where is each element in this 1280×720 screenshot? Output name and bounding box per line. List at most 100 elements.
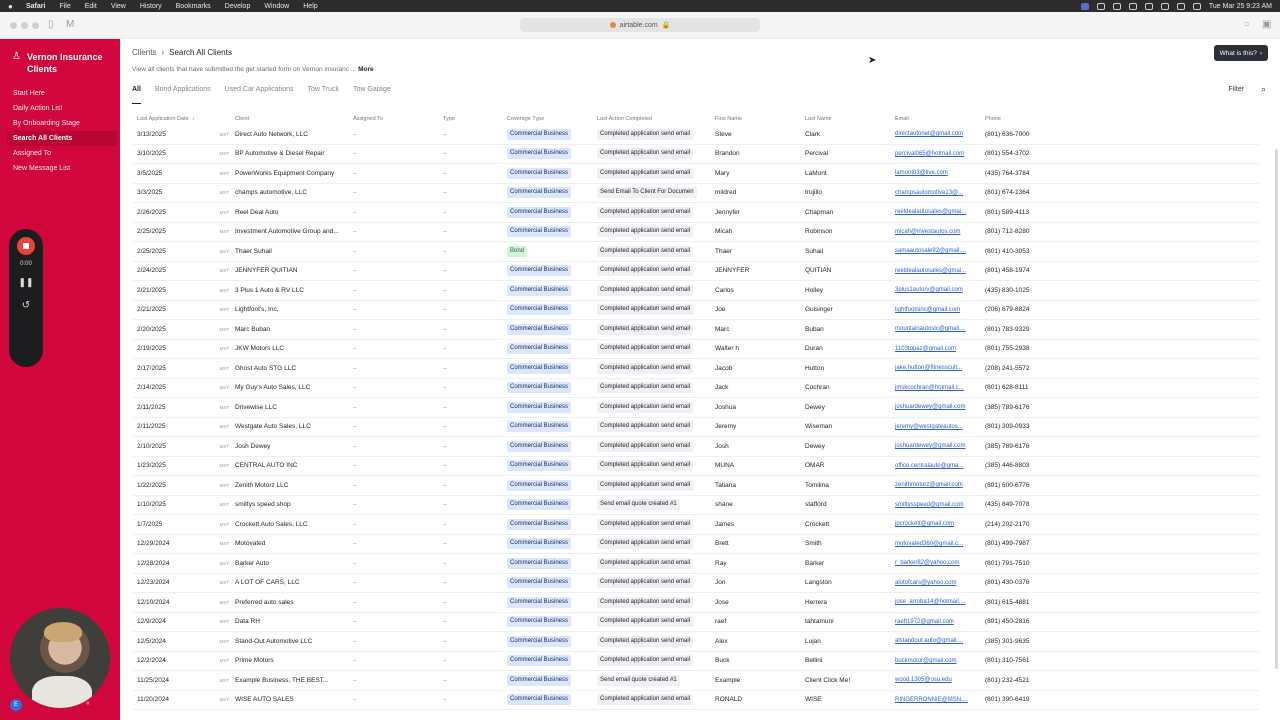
stop-recording-button[interactable] [17, 237, 35, 255]
cell-assigned-to[interactable]: – [353, 437, 441, 456]
cell-client[interactable]: Ghost Auto STG LLC [235, 359, 351, 378]
cell-email[interactable]: raeft1972@gmail.com [895, 613, 981, 632]
email-link[interactable]: reeldealautosales@gmai... [895, 268, 966, 274]
cell-last-name[interactable]: Lujan [805, 632, 891, 651]
cell-last-name[interactable]: QUITIAN [805, 262, 891, 281]
cell-last-name[interactable]: WISE [805, 691, 891, 710]
cell-client[interactable]: Drivewise LLC [235, 398, 351, 417]
cell-client[interactable]: Zenith Motorz LLC [235, 476, 351, 495]
zoom-window-icon[interactable] [32, 22, 39, 29]
status-icon[interactable] [1096, 2, 1105, 10]
cell-date[interactable]: 1/23/2025 [137, 457, 203, 476]
cell-last-action[interactable]: Completed application send email [597, 632, 709, 651]
tab-used-car-applications[interactable]: Used Car Applications [225, 84, 294, 104]
cell-assigned-to[interactable]: – [353, 457, 441, 476]
email-link[interactable]: jmskcochran@hotmail.c... [895, 385, 964, 391]
cell-coverage-type[interactable]: Commercial Business [507, 574, 595, 593]
email-link[interactable]: jose_arroba14@hotmail.... [895, 599, 965, 605]
cell-last-name[interactable]: Dewey [805, 398, 891, 417]
cell-phone[interactable]: (801) 309-0933 [985, 418, 1075, 437]
cell-phone[interactable]: (801) 450-2816 [985, 613, 1075, 632]
cell-last-name[interactable]: Tomilina [805, 476, 891, 495]
table-row[interactable]: 11/20/2024 MST WISE AUTO SALES – – Commercial… [133, 691, 1259, 710]
email-link[interactable]: mountainautoslc@gmail.... [895, 326, 966, 332]
cell-date[interactable]: 12/2/2024 [137, 652, 203, 671]
email-link[interactable]: smittysspeed@gmail.com [895, 502, 963, 508]
sidebar-item-new-message-list[interactable]: New Message List [13, 161, 117, 176]
cell-type[interactable]: – [443, 379, 503, 398]
tab-all[interactable]: All [132, 84, 141, 104]
cell-coverage-type[interactable]: Commercial Business [507, 613, 595, 632]
table-row[interactable]: 12/28/2024 MST Barker Auto – – Commercial Bus… [133, 554, 1259, 574]
cell-last-name[interactable]: Duran [805, 340, 891, 359]
cell-first-name[interactable]: Marc [715, 320, 801, 339]
cell-phone[interactable]: (435) 830-1025 [985, 281, 1075, 300]
cell-phone[interactable]: (801) 636-7000 [985, 125, 1075, 144]
cell-client[interactable]: Josh Dewey [235, 437, 351, 456]
cell-type[interactable]: – [443, 320, 503, 339]
minimize-window-icon[interactable] [21, 22, 28, 29]
cell-phone[interactable]: (801) 310-7561 [985, 652, 1075, 671]
restart-icon[interactable]: ↺ [22, 300, 30, 311]
sidebar-toggle-icon[interactable]: ▯ [48, 19, 54, 30]
menubar-clock[interactable]: Tue Mar 25 9:23 AM [1209, 3, 1272, 10]
sidebar-item-assigned-to[interactable]: Assigned To [13, 146, 117, 161]
cell-coverage-type[interactable]: Commercial Business [507, 535, 595, 554]
email-link[interactable]: joshuardewey@gmail.com [895, 443, 965, 449]
cell-type[interactable]: – [443, 262, 503, 281]
cell-phone[interactable]: (801) 628-8111 [985, 379, 1075, 398]
cell-last-action[interactable]: Completed application send email [597, 457, 709, 476]
cell-email[interactable]: smittysspeed@gmail.com [895, 496, 981, 515]
cell-last-action[interactable]: Completed application send email [597, 398, 709, 417]
cell-coverage-type[interactable]: Commercial Business [507, 691, 595, 710]
cell-first-name[interactable]: Micah [715, 223, 801, 242]
webcam-bubble[interactable] [10, 608, 110, 708]
cell-type[interactable]: – [443, 145, 503, 164]
email-link[interactable]: reeldealautosales@gmai... [895, 209, 966, 215]
cell-coverage-type[interactable]: Commercial Business [507, 340, 595, 359]
cell-first-name[interactable]: shane [715, 496, 801, 515]
cell-assigned-to[interactable]: – [353, 242, 441, 261]
cell-type[interactable]: – [443, 613, 503, 632]
cell-client[interactable]: JENNYFER QUITIAN [235, 262, 351, 281]
cell-client[interactable]: BP Automotive & Diesel Repair [235, 145, 351, 164]
table-row[interactable]: 3/10/2025 MST BP Automotive & Diesel Repai… [133, 145, 1259, 164]
cell-phone[interactable]: (435) 849-7078 [985, 496, 1075, 515]
cell-client[interactable]: Westgate Auto Sales, LLC [235, 418, 351, 437]
cell-assigned-to[interactable]: – [353, 574, 441, 593]
cell-first-name[interactable]: Joe [715, 301, 801, 320]
cell-first-name[interactable]: mildred [715, 184, 801, 203]
cell-coverage-type[interactable]: Commercial Business [507, 184, 595, 203]
filter-button[interactable]: Filter [1228, 86, 1244, 93]
menu-file[interactable]: File [59, 3, 70, 10]
cell-date[interactable]: 12/5/2024 [137, 632, 203, 651]
table-row[interactable]: 1/7/2025 MST Crockett Auto Sales, LLC – – Com… [133, 515, 1259, 535]
email-link[interactable]: office.centralauto@gma... [895, 463, 963, 469]
cell-last-name[interactable]: Clark [805, 125, 891, 144]
column-header-email[interactable]: Email [895, 113, 981, 125]
table-row[interactable]: 1/22/2025 MST Zenith Motorz LLC – – Commercia… [133, 476, 1259, 496]
cell-date[interactable]: 11/25/2024 [137, 671, 203, 690]
cell-assigned-to[interactable]: – [353, 281, 441, 300]
search-icon[interactable]: ⌕ [1261, 84, 1266, 95]
cell-assigned-to[interactable]: – [353, 691, 441, 710]
cell-phone[interactable]: (385) 789-6176 [985, 398, 1075, 417]
cell-first-name[interactable]: RONALD [715, 691, 801, 710]
cell-type[interactable]: – [443, 515, 503, 534]
sidebar-item-start-here[interactable]: Start Here [13, 86, 117, 101]
table-row[interactable]: 2/21/2025 MST Lightfoot's, Inc. – – Commercia… [133, 301, 1259, 320]
cell-last-action[interactable]: Completed application send email [597, 652, 709, 671]
cell-client[interactable]: champs automotive, LLC [235, 184, 351, 203]
cell-phone[interactable]: (801) 458-1974 [985, 262, 1075, 281]
cell-coverage-type[interactable]: Commercial Business [507, 281, 595, 300]
table-row[interactable]: 2/11/2025 MST Drivewise LLC – – Commercial Bu… [133, 398, 1259, 418]
breadcrumb-clients[interactable]: Clients [132, 48, 156, 57]
cell-email[interactable]: r_barker82@yahoo.com [895, 554, 981, 573]
cell-client[interactable]: JKW Motors LLC [235, 340, 351, 359]
cell-last-name[interactable]: LaMont [805, 164, 891, 183]
cell-date[interactable]: 11/20/2024 [137, 691, 203, 710]
table-row[interactable]: 2/11/2025 MST Westgate Auto Sales, LLC – – Co… [133, 418, 1259, 437]
pause-icon[interactable]: ❚❚ [18, 277, 33, 288]
cell-type[interactable]: – [443, 398, 503, 417]
cell-last-action[interactable]: Completed application send email [597, 164, 709, 183]
